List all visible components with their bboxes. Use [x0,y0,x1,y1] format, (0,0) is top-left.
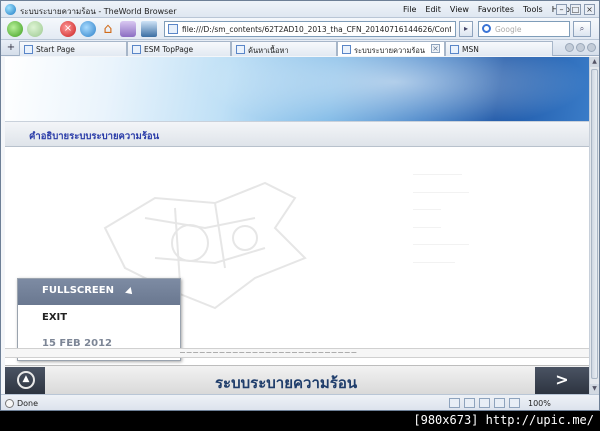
status-tool-icon[interactable] [494,398,505,408]
address-text[interactable]: file:///D:/sm_contents/62T2AD10_2013_tha… [182,25,451,34]
eject-up-icon: ▲ [17,371,35,389]
menu-edit[interactable]: Edit [425,5,441,14]
window-title: ระบบระบายความร้อน - TheWorld Browser [20,7,177,16]
tab-list-icon[interactable] [587,43,596,52]
address-bar[interactable]: file:///D:/sm_contents/62T2AD10_2013_tha… [164,21,456,37]
page-icon [342,45,351,54]
page-heading: คำอธิบายระบบระบายความร้อน [29,131,160,142]
title-bar: ระบบระบายความร้อน - TheWorld Browser Fil… [1,1,599,18]
status-tool-icon[interactable] [479,398,490,408]
bottom-navigation-bar: ▲ ระบบระบายความร้อน > [5,365,589,394]
tab-search-content[interactable]: ค้นหาเนื้อหา [231,41,337,56]
info-strip-text: ― ― ― ― ― ― ― ― ― ― ― ― ― ― ― ― ― ― ― ― … [180,350,357,356]
close-window-button[interactable]: × [584,4,595,15]
home-icon[interactable]: ⌂ [100,21,116,37]
vertical-scrollbar[interactable]: ▲ ▼ [589,57,599,394]
bottom-title: ระบบระบายความร้อน [215,374,358,392]
page-content: คำอธิบายระบบระบายความร้อน ――――――― ―――――――… [5,57,589,394]
next-button[interactable]: > [535,367,589,394]
refresh-icon[interactable] [80,21,96,37]
tab-start-page[interactable]: Start Page [19,41,127,56]
tab-navigation [565,43,596,52]
page-icon [132,45,141,54]
tab-label: ระบบระบายความร้อน [354,46,426,55]
menu-toggle-button[interactable]: ▲ [5,367,45,394]
exit-button[interactable]: EXIT [18,306,180,332]
mouse-cursor-icon [125,287,135,297]
exit-label: EXIT [42,312,68,323]
menu-favorites[interactable]: Favorites [478,5,514,14]
browser-window: ระบบระบายความร้อน - TheWorld Browser Fil… [0,0,600,411]
status-tool-icon[interactable] [464,398,475,408]
navigation-toolbar: × ⌂ file:///D:/sm_contents/62T2AD10_2013… [1,18,599,40]
status-bar: Done 100% [1,394,599,410]
status-text: Done [17,399,39,408]
page-icon [236,45,245,54]
menu-view[interactable]: View [450,5,469,14]
status-tool-icon[interactable] [449,398,460,408]
go-button[interactable]: ▸ [459,21,473,37]
menu-file[interactable]: File [403,5,416,14]
scroll-thumb[interactable] [591,69,598,379]
scroll-down-icon[interactable]: ▼ [590,384,599,394]
fullscreen-label: FULLSCREEN [42,285,114,296]
image-footer: [980x673] http://upic.me/ [0,411,600,431]
search-placeholder: Google [495,25,522,34]
tab-scroll-left-icon[interactable] [565,43,574,52]
fullscreen-button[interactable]: FULLSCREEN [18,279,180,305]
favorites-icon[interactable] [120,21,136,37]
tab-scroll-right-icon[interactable] [576,43,585,52]
tab-bar: + Start Page ESM TopPage ค้นหาเนื้อหา ระ… [1,40,599,56]
tab-label: ESM TopPage [144,45,194,54]
new-tab-plus-icon[interactable]: + [5,42,17,54]
tab-label: MSN [462,45,479,54]
zoom-icon[interactable] [509,398,520,408]
menu-bar: File Edit View Favorites Tools Help [403,5,570,14]
watermark-text: [980x673] http://upic.me/ [413,413,594,427]
heading-bar: คำอธิบายระบบระบายความร้อน [5,121,589,147]
menu-tools[interactable]: Tools [523,5,543,14]
tab-msn[interactable]: MSN [445,41,553,56]
tab-cooling-system[interactable]: ระบบระบายความร้อน × [337,41,445,56]
stop-icon[interactable]: × [60,21,76,37]
minimize-button[interactable]: – [556,4,567,15]
tab-esm-toppage[interactable]: ESM TopPage [127,41,231,56]
status-tools: 100% [449,398,551,408]
page-icon [24,45,33,54]
forward-arrow-icon[interactable] [27,21,43,37]
zoom-level[interactable]: 100% [528,399,551,408]
search-box[interactable]: Google [478,21,570,37]
page-icon [168,24,178,34]
tab-label: Start Page [36,45,75,54]
info-strip: ― ― ― ― ― ― ― ― ― ― ― ― ― ― ― ― ― ― ― ― … [5,348,589,358]
window-controls: – □ × [556,4,595,15]
browser-logo-icon [5,4,16,15]
google-search-icon [482,24,491,33]
tab-label: ค้นหาเนื้อหา [248,46,289,55]
bookmarks-icon[interactable] [141,21,157,37]
back-arrow-icon[interactable] [7,21,23,37]
status-globe-icon [5,399,14,408]
page-icon [450,45,459,54]
next-arrow-icon: > [555,370,569,389]
close-tab-icon[interactable]: × [431,44,440,53]
faint-menu-links: ――――――― ―――――――― ―――― ―――― ―――――――― ―――――― [413,170,469,266]
header-banner [5,57,589,137]
search-go-button[interactable]: ⌕ [573,21,591,37]
maximize-button[interactable]: □ [570,4,581,15]
scroll-up-icon[interactable]: ▲ [590,57,599,67]
